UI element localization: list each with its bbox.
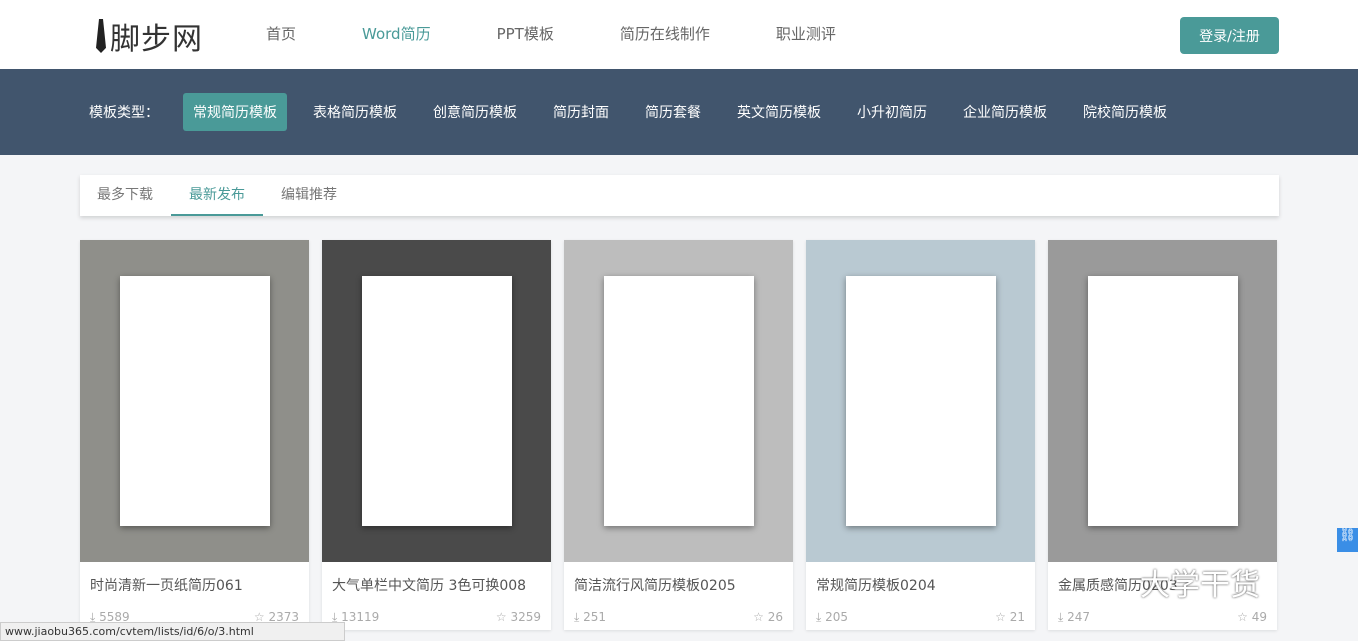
template-card[interactable]: 大气单栏中文简历 3色可换008 ⤓ 13119 ☆ 3259 — [322, 240, 551, 630]
nav-online[interactable]: 简历在线制作 — [620, 23, 710, 44]
category-item[interactable]: 企业简历模板 — [953, 93, 1057, 131]
nav-home[interactable]: 首页 — [266, 23, 296, 44]
category-label: 模板类型： — [89, 105, 159, 121]
category-item[interactable]: 小升初简历 — [847, 93, 937, 131]
category-item[interactable]: 表格简历模板 — [303, 93, 407, 131]
template-thumbnail[interactable] — [1048, 240, 1277, 562]
category-item[interactable]: 常规简历模板 — [183, 93, 287, 131]
share-icon[interactable]: ⛓ — [1337, 528, 1358, 552]
nav-ppt[interactable]: PPT模板 — [497, 23, 554, 44]
star-icon: ☆ — [753, 610, 768, 624]
resume-preview — [845, 276, 996, 526]
star-icon: ☆ — [1237, 610, 1252, 624]
star-icon: ☆ — [995, 610, 1010, 624]
nav-career-test[interactable]: 职业测评 — [776, 23, 836, 44]
template-title[interactable]: 常规简历模板0204 — [806, 562, 1035, 610]
template-thumbnail[interactable] — [322, 240, 551, 562]
top-bar: 脚步网 首页 Word简历 PPT模板 简历在线制作 职业测评 登录/注册 — [0, 0, 1358, 69]
logo-text: 脚步网 — [110, 22, 203, 57]
tab-most-downloaded[interactable]: 最多下载 — [97, 175, 153, 216]
category-item[interactable]: 创意简历模板 — [423, 93, 527, 131]
download-value: 247 — [1067, 610, 1091, 624]
resume-preview — [361, 276, 512, 526]
template-thumbnail[interactable] — [80, 240, 309, 562]
template-card[interactable]: 常规简历模板0204 ⤓ 205 ☆ 21 — [806, 240, 1035, 630]
category-item[interactable]: 简历封面 — [543, 93, 619, 131]
logo[interactable]: 脚步网 — [96, 14, 203, 58]
nav-word[interactable]: Word简历 — [362, 23, 431, 44]
tab-latest[interactable]: 最新发布 — [171, 175, 263, 216]
download-value: 251 — [583, 610, 607, 624]
tie-icon — [96, 19, 106, 53]
resume-preview — [603, 276, 754, 526]
download-icon: ⤓ — [816, 610, 826, 624]
template-title[interactable]: 时尚清新一页纸简历061 — [80, 562, 309, 610]
template-thumbnail[interactable] — [806, 240, 1035, 562]
template-card[interactable]: 简洁流行风简历模板0205 ⤓ 251 ☆ 26 — [564, 240, 793, 630]
category-item[interactable]: 英文简历模板 — [727, 93, 831, 131]
download-count: ⤓ 247 — [1058, 610, 1090, 625]
template-title[interactable]: 大气单栏中文简历 3色可换008 — [322, 562, 551, 610]
tab-editor-picks[interactable]: 编辑推荐 — [281, 175, 337, 216]
login-button[interactable]: 登录/注册 — [1180, 17, 1279, 54]
resume-preview — [119, 276, 270, 526]
favorite-value: 26 — [767, 610, 783, 624]
template-grid: 时尚清新一页纸简历061 ⤓ 5589 ☆ 2373 大气单栏中文简历 3色可换… — [80, 240, 1277, 630]
template-title[interactable]: 简洁流行风简历模板0205 — [564, 562, 793, 610]
favorite-count[interactable]: ☆ 21 — [995, 610, 1025, 625]
download-icon: ⤓ — [574, 610, 584, 624]
category-item[interactable]: 院校简历模板 — [1073, 93, 1177, 131]
download-count: ⤓ 205 — [816, 610, 848, 625]
download-count: ⤓ 251 — [574, 610, 606, 625]
resume-preview — [1087, 276, 1238, 526]
favorite-count[interactable]: ☆ 26 — [753, 610, 783, 625]
star-icon: ☆ — [495, 610, 511, 624]
sort-tabs: 最多下载 最新发布 编辑推荐 — [80, 175, 1279, 216]
favorite-count[interactable]: ☆ 49 — [1237, 610, 1267, 625]
template-thumbnail[interactable] — [564, 240, 793, 562]
favorite-value: 49 — [1251, 610, 1267, 624]
template-card[interactable]: 时尚清新一页纸简历061 ⤓ 5589 ☆ 2373 — [80, 240, 309, 630]
category-item[interactable]: 简历套餐 — [635, 93, 711, 131]
status-url: www.jiaobu365.com/cvtem/lists/id/6/o/3.h… — [0, 622, 345, 641]
favorite-value: 21 — [1009, 610, 1025, 624]
main-nav: 首页 Word简历 PPT模板 简历在线制作 职业测评 — [266, 23, 902, 44]
favorite-count[interactable]: ☆ 3259 — [496, 610, 541, 625]
download-value: 205 — [825, 610, 849, 624]
watermark: 大学干货 — [1140, 568, 1260, 603]
category-bar: 模板类型： 常规简历模板 表格简历模板 创意简历模板 简历封面 简历套餐 英文简… — [0, 69, 1358, 155]
download-icon: ⤓ — [1058, 610, 1068, 624]
favorite-value: 3259 — [510, 610, 541, 624]
download-value: 13119 — [341, 610, 380, 624]
